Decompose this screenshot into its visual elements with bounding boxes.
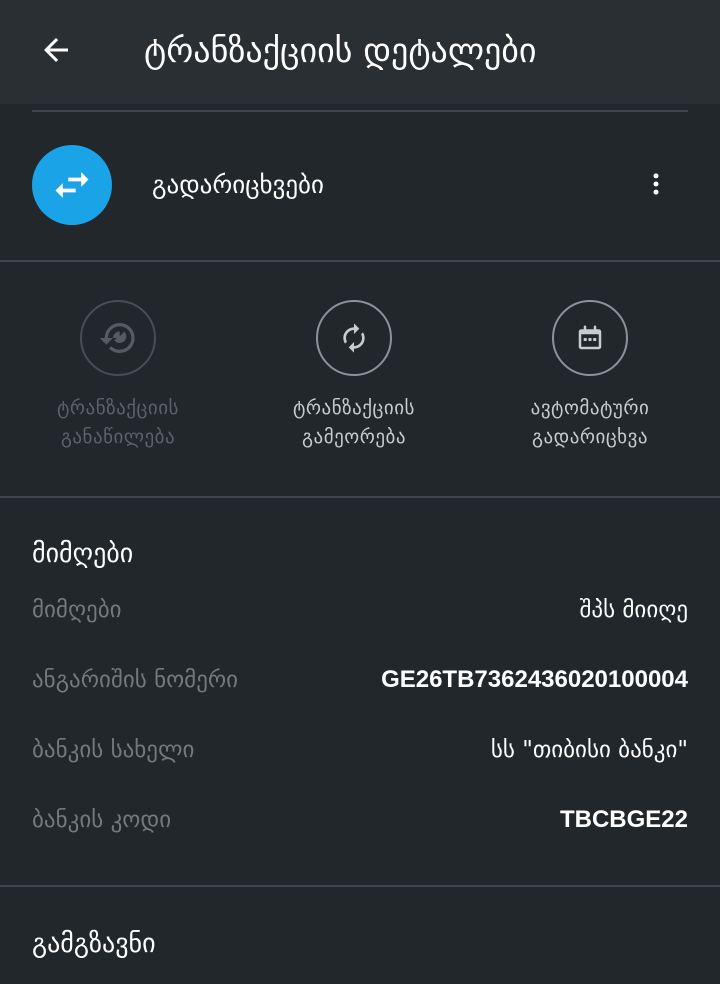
more-options-button[interactable] (636, 164, 676, 204)
transfer-icon (55, 172, 89, 198)
transaction-actions: ტრანზაქციის განაწილება ტრანზაქციის გამეო… (0, 262, 720, 496)
action-label: ავტომატური გადარიცხვა (480, 394, 700, 452)
more-vertical-icon (653, 173, 659, 195)
recipient-section-title: მიმღები (32, 539, 134, 569)
field-value: TBCBGE22 (559, 806, 688, 833)
action-label-line: ტრანზაქციის (293, 397, 415, 419)
back-button[interactable] (34, 28, 78, 72)
action-label-line: გამეორება (302, 426, 406, 448)
action-label-line: განაწილება (60, 426, 176, 448)
history-split-icon (99, 323, 135, 353)
action-label-line: ტრანზაქციის (57, 397, 179, 419)
bank-name-row: ბანკის სახელი სს "თიბისი ბანკი" (32, 730, 688, 770)
divider (0, 885, 720, 887)
split-transaction-button[interactable]: ტრანზაქციის განაწილება (8, 300, 228, 452)
action-circle (316, 300, 392, 376)
repeat-icon (343, 323, 365, 353)
auto-transfer-button[interactable]: ავტომატური გადარიცხვა (480, 300, 700, 452)
action-circle (80, 300, 156, 376)
category-name: გადარიცხვები (152, 170, 324, 199)
field-value: სს "თიბისი ბანკი" (490, 737, 688, 763)
field-label: ანგარიშის ნომერი (32, 667, 239, 693)
account-number-row: ანგარიშის ნომერი GE26TB7362436020100004 (32, 660, 688, 700)
repeat-transaction-button[interactable]: ტრანზაქციის გამეორება (244, 300, 464, 452)
arrow-left-icon (44, 38, 68, 62)
action-label-line: ავტომატური (530, 397, 650, 419)
action-label: ტრანზაქციის გამეორება (244, 394, 464, 452)
field-value: შპს მიიღე (579, 597, 689, 623)
calendar-icon (578, 325, 602, 350)
bank-code-row: ბანკის კოდი TBCBGE22 (32, 800, 688, 840)
divider (0, 496, 720, 498)
action-circle (552, 300, 628, 376)
field-label: ბანკის სახელი (32, 737, 195, 763)
action-label: ტრანზაქციის განაწილება (8, 394, 228, 452)
action-label-line: გადარიცხვა (531, 426, 648, 448)
sender-section-title: გამგზავნი (32, 929, 156, 959)
page-title: ტრანზაქციის დეტალები (144, 31, 537, 71)
category-avatar (32, 145, 112, 225)
recipient-name-row: მიმღები შპს მიიღე (32, 590, 688, 630)
field-label: მიმღები (32, 597, 122, 623)
app-bar: ტრანზაქციის დეტალები (0, 0, 720, 104)
transaction-header: გადარიცხვები (0, 112, 720, 260)
field-value: GE26TB7362436020100004 (381, 666, 688, 693)
field-label: ბანკის კოდი (32, 807, 172, 833)
